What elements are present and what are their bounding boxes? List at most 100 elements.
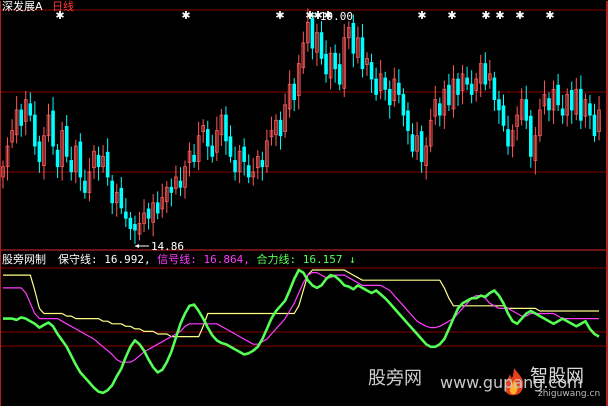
low-price-label: 14.86 xyxy=(151,240,184,253)
candle xyxy=(96,146,101,181)
candle-body xyxy=(28,103,33,116)
candle-body xyxy=(401,94,406,116)
candle-body xyxy=(278,119,283,137)
candle-body xyxy=(419,131,424,162)
candle xyxy=(228,125,233,163)
candle xyxy=(519,88,524,126)
candle xyxy=(55,143,60,179)
candle-body xyxy=(228,136,233,157)
candle xyxy=(387,80,392,119)
candle-body xyxy=(69,160,74,173)
baoshou-label: 保守线: xyxy=(58,253,98,266)
candle xyxy=(278,111,283,150)
candle xyxy=(242,138,246,176)
candle xyxy=(442,80,447,130)
candle xyxy=(287,70,292,118)
candle-body xyxy=(524,99,529,121)
candle-body xyxy=(383,77,387,90)
candle xyxy=(83,169,87,199)
candle xyxy=(592,103,597,142)
candle xyxy=(224,106,228,155)
candle-body xyxy=(119,187,124,209)
high-price-label: 19.00 xyxy=(320,10,353,23)
candle xyxy=(383,71,387,101)
baoshou-value: 16.992, xyxy=(104,253,151,266)
candle xyxy=(337,53,342,91)
candle xyxy=(215,116,219,161)
candle xyxy=(533,126,538,175)
candle xyxy=(474,72,478,102)
candle xyxy=(378,59,383,100)
candle-body xyxy=(192,154,196,162)
candle xyxy=(296,54,301,110)
candle-body xyxy=(37,141,42,162)
candle xyxy=(406,102,410,145)
candle xyxy=(447,73,451,111)
candle xyxy=(74,139,78,184)
candle-body xyxy=(310,17,315,49)
stock-chart-canvas[interactable]: ✱ ✱ ✱ ✱✱ ✱ ✱ ✱ ✱ ✱ ✱ ✱ 19.0014.86 xyxy=(0,0,608,406)
candle-body xyxy=(78,141,83,178)
candle xyxy=(174,165,178,195)
candle xyxy=(14,96,19,144)
period-label: 日线 xyxy=(52,0,74,13)
candle xyxy=(397,69,401,104)
candle xyxy=(196,121,201,171)
price-candles[interactable] xyxy=(1,8,601,244)
candle xyxy=(201,119,206,143)
candle-body xyxy=(224,114,228,142)
candle xyxy=(251,157,256,186)
candle xyxy=(92,145,96,180)
candle xyxy=(133,215,137,244)
candle xyxy=(456,72,460,106)
candle-body xyxy=(410,134,415,152)
heli-label: 合力线: xyxy=(256,253,297,266)
candle-body xyxy=(337,64,342,85)
candle xyxy=(415,121,419,160)
candle xyxy=(37,135,42,173)
candle xyxy=(114,183,119,217)
candle xyxy=(478,54,483,98)
chart-grid xyxy=(0,1,608,406)
candle-body xyxy=(547,98,551,111)
candle-body xyxy=(83,180,87,193)
candle-body xyxy=(492,77,497,101)
heli-value: 16.157 xyxy=(302,253,343,266)
candle xyxy=(374,67,378,101)
star-marker-icon: ✱ xyxy=(545,9,554,22)
candle-body xyxy=(506,129,510,147)
candle-body xyxy=(96,154,101,168)
candle xyxy=(10,119,14,149)
candle xyxy=(410,123,415,158)
candle xyxy=(219,108,224,147)
candle xyxy=(365,52,369,76)
candle-body xyxy=(387,88,392,106)
candle xyxy=(324,40,328,83)
star-marker-icon: ✱ xyxy=(417,9,426,22)
indicator-name: 股旁网制 xyxy=(2,253,46,266)
candle xyxy=(142,199,146,233)
candle xyxy=(569,81,574,124)
candle xyxy=(124,198,128,227)
candle-body xyxy=(292,83,296,101)
candle-body xyxy=(205,129,210,147)
candle xyxy=(69,146,74,181)
candle xyxy=(292,77,296,111)
candle xyxy=(579,75,583,130)
candle-body xyxy=(588,103,592,116)
candle xyxy=(328,47,333,90)
candle xyxy=(1,160,5,189)
candle-body xyxy=(64,126,69,157)
candle xyxy=(101,145,105,173)
candle xyxy=(346,21,351,50)
watermark-domain: zhiguwang.cn xyxy=(538,389,601,399)
candle xyxy=(424,137,428,180)
candle-body xyxy=(169,186,174,193)
candle xyxy=(360,23,365,78)
candle xyxy=(105,138,110,186)
candle xyxy=(78,133,83,191)
candle-body xyxy=(55,149,60,168)
candle xyxy=(269,116,274,146)
candle xyxy=(419,125,424,173)
candle-body xyxy=(128,217,133,229)
